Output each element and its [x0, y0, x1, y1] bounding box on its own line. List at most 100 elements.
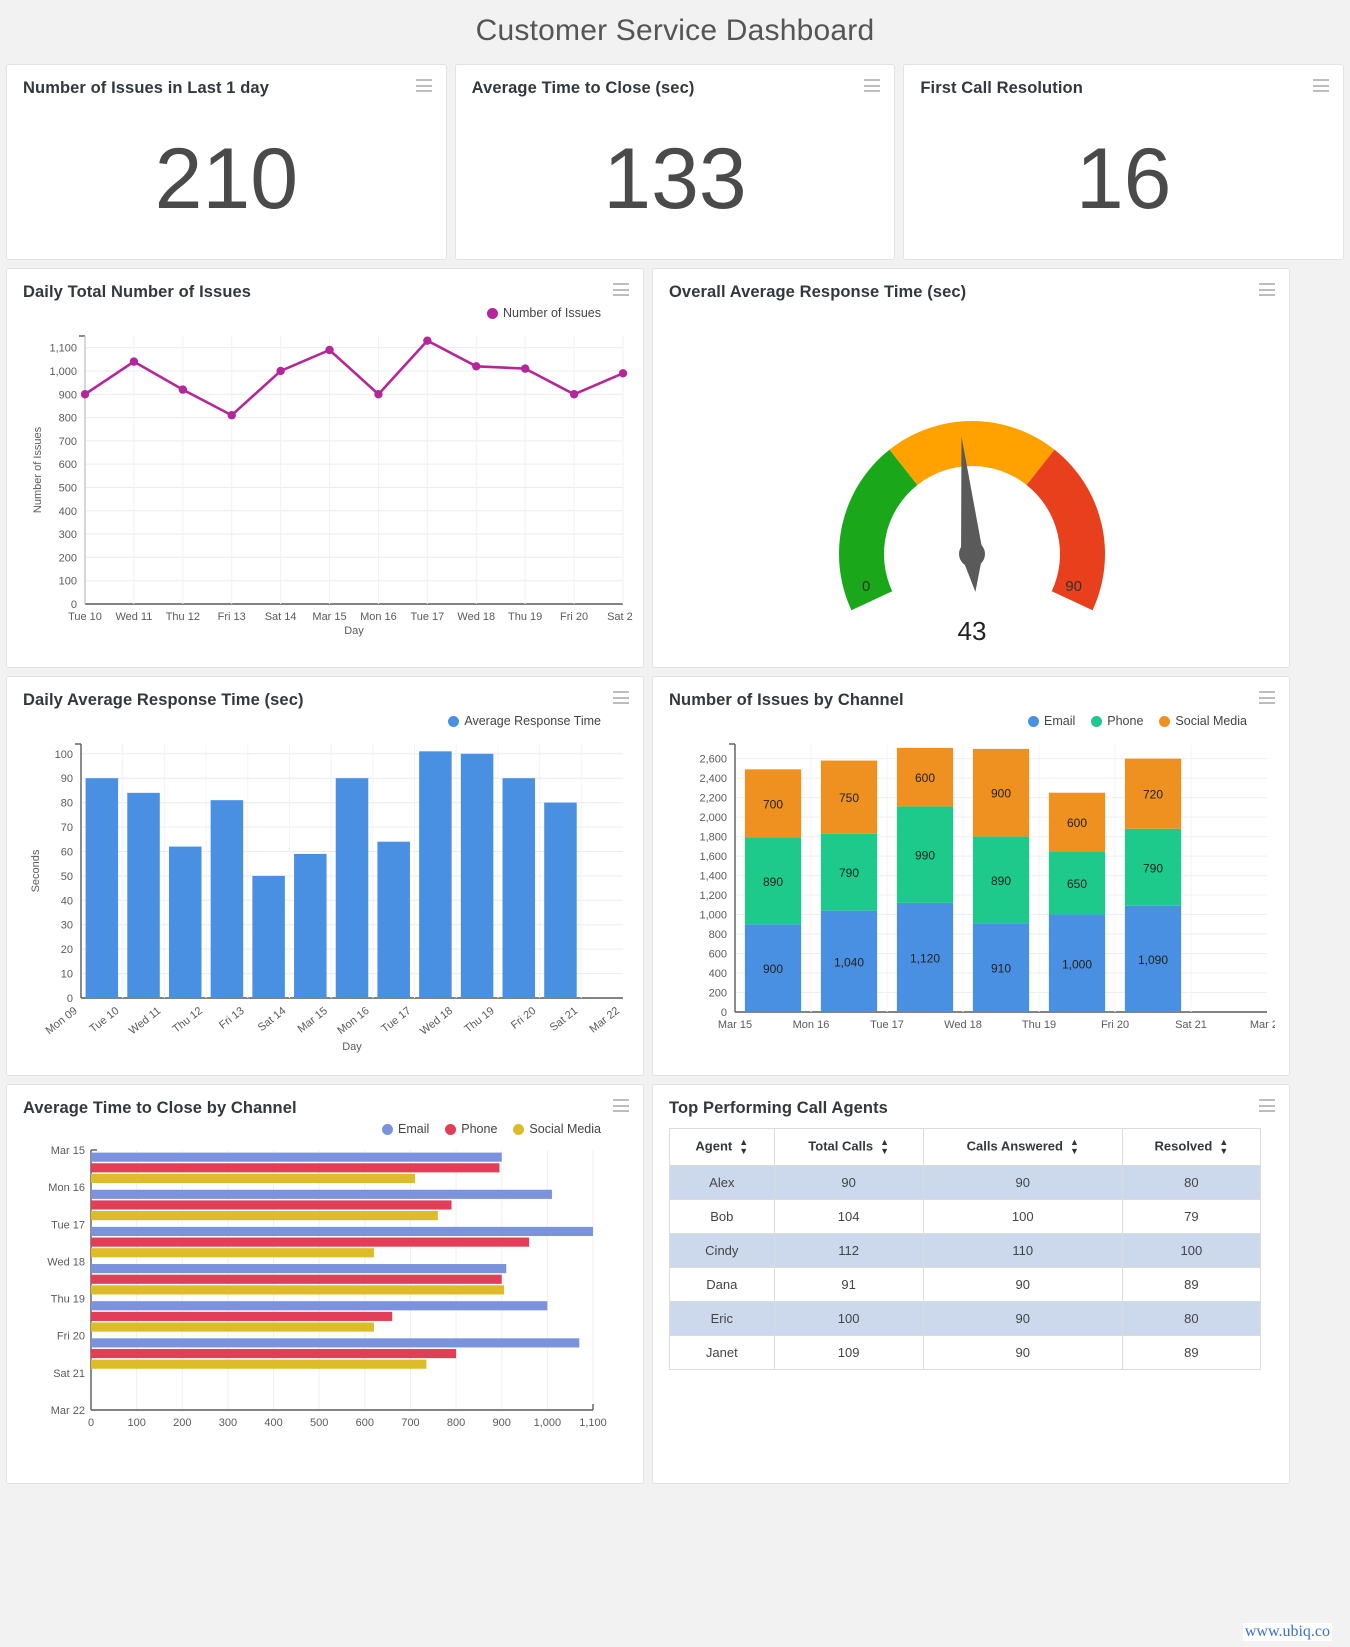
axis-tick-label: 700: [59, 436, 77, 448]
axis-tick-label: Mar 22: [587, 1005, 621, 1036]
bar[interactable]: [419, 751, 452, 998]
panel-menu-icon[interactable]: [1259, 691, 1275, 704]
bar[interactable]: [377, 841, 410, 998]
axis-tick-label: 1,200: [699, 890, 727, 902]
panel-menu-icon[interactable]: [1313, 79, 1330, 92]
data-point[interactable]: [325, 345, 334, 355]
bar[interactable]: [91, 1338, 580, 1348]
bar[interactable]: [544, 802, 577, 998]
legend-item[interactable]: Phone: [445, 1122, 497, 1136]
sort-icon[interactable]: ▲ ▼: [1219, 1138, 1228, 1156]
bar[interactable]: [91, 1348, 457, 1359]
bar[interactable]: [91, 1152, 502, 1162]
data-point[interactable]: [276, 366, 285, 376]
bar[interactable]: [502, 778, 536, 998]
bar[interactable]: [91, 1189, 552, 1199]
legend-item[interactable]: Average Response Time: [448, 714, 601, 728]
bar[interactable]: [91, 1264, 507, 1274]
chart-issues-by-channel: 0 200 400 600 800 1,000 1,200 1,400 1,600 1,800 2,…: [669, 730, 1284, 1065]
table-column-label: Calls Answered: [966, 1138, 1063, 1154]
bar[interactable]: [252, 875, 285, 998]
sort-icon[interactable]: ▲ ▼: [739, 1138, 748, 1156]
axis-tick-label: Mar 15: [312, 611, 346, 623]
table-row[interactable]: Alex 90 90 80: [669, 1165, 1261, 1200]
legend-item[interactable]: Number of Issues: [487, 306, 601, 320]
bar[interactable]: [91, 1274, 502, 1284]
bar[interactable]: [91, 1285, 505, 1295]
axis-tick-label: Fri 13: [217, 1005, 247, 1032]
legend-item[interactable]: Social Media: [1159, 714, 1247, 728]
bar[interactable]: [127, 792, 160, 998]
bar[interactable]: [91, 1248, 374, 1258]
legend-daily-response: Average Response Time: [23, 712, 627, 730]
table-cell: 109: [773, 1335, 924, 1370]
table-row[interactable]: Cindy 112 110 100: [669, 1233, 1261, 1268]
bar[interactable]: [91, 1322, 374, 1332]
bar[interactable]: [91, 1173, 416, 1184]
panel-menu-icon[interactable]: [613, 1099, 629, 1112]
legend-color-dot: [445, 1123, 457, 1135]
bar[interactable]: [91, 1301, 548, 1311]
bar[interactable]: [91, 1311, 393, 1321]
sort-icon[interactable]: ▲ ▼: [880, 1138, 889, 1156]
chart-gauge: 0 90 43: [669, 304, 1273, 657]
footer-link[interactable]: www.ubiq.co: [1242, 1623, 1332, 1641]
bar[interactable]: [91, 1163, 500, 1173]
axis-tick-label: 1,000: [1062, 957, 1092, 971]
axis-tick-label: Mon 09: [44, 1005, 80, 1037]
legend-label: Email: [1044, 714, 1076, 728]
axis-tick-label: Tue 17: [379, 1005, 413, 1035]
axis-tick-label: Day: [344, 625, 364, 637]
table-column-header[interactable]: Resolved ▲ ▼: [1121, 1128, 1261, 1166]
bar[interactable]: [91, 1200, 452, 1210]
data-point[interactable]: [472, 362, 481, 371]
data-point[interactable]: [618, 369, 628, 378]
kpi-card-first-call-resolution: First Call Resolution 16: [903, 64, 1345, 260]
data-point[interactable]: [80, 390, 90, 399]
bar[interactable]: [335, 778, 369, 998]
bar[interactable]: [85, 778, 119, 998]
axis-tick-label: Tue 17: [51, 1219, 85, 1231]
data-point[interactable]: [520, 364, 530, 373]
legend-daily-issues: Number of Issues: [23, 304, 627, 322]
legend-by-channel: Email Phone Social Media: [669, 712, 1273, 730]
table-row[interactable]: Janet 109 90 89: [669, 1335, 1261, 1370]
table-row[interactable]: Dana 91 90 89: [669, 1267, 1261, 1302]
table-row[interactable]: Bob 104 100 79: [669, 1199, 1261, 1234]
legend-item[interactable]: Phone: [1091, 714, 1143, 728]
table-column-header[interactable]: Total Calls ▲ ▼: [773, 1128, 924, 1166]
axis-tick-label: 2,600: [699, 754, 727, 766]
data-point[interactable]: [227, 411, 236, 420]
panel-menu-icon[interactable]: [1259, 283, 1275, 296]
legend-item[interactable]: Social Media: [513, 1122, 601, 1136]
panel-menu-icon[interactable]: [415, 79, 432, 92]
table-column-header[interactable]: Calls Answered ▲ ▼: [922, 1128, 1123, 1166]
bar[interactable]: [91, 1237, 530, 1247]
bar[interactable]: [91, 1211, 438, 1221]
table-row[interactable]: Eric 100 90 80: [669, 1301, 1261, 1336]
legend-item[interactable]: Email: [1028, 714, 1075, 728]
bar[interactable]: [210, 800, 244, 998]
data-point[interactable]: [423, 336, 432, 345]
legend-color-dot: [382, 1123, 393, 1135]
table-header-row: Agent ▲ ▼ Total Calls ▲ ▼ Calls Answered ▲ ▼ Reso…: [669, 1128, 1261, 1166]
legend-item[interactable]: Email: [382, 1122, 429, 1136]
bar[interactable]: [91, 1359, 427, 1369]
bar[interactable]: [91, 1226, 593, 1237]
data-point[interactable]: [569, 390, 579, 399]
bar[interactable]: [460, 753, 494, 998]
panel-menu-icon[interactable]: [864, 79, 881, 92]
kpi-card-avg-close: Average Time to Close (sec) 133: [454, 64, 896, 260]
bar[interactable]: [168, 846, 202, 998]
panel-menu-icon[interactable]: [613, 283, 629, 296]
bar[interactable]: [294, 853, 327, 998]
data-point[interactable]: [129, 357, 139, 366]
panel-menu-icon[interactable]: [1259, 1099, 1275, 1112]
axis-tick-label: 900: [59, 389, 77, 401]
data-point[interactable]: [178, 385, 188, 394]
data-point[interactable]: [374, 390, 383, 399]
axis-tick-label: 300: [219, 1417, 237, 1429]
sort-icon[interactable]: ▲ ▼: [1070, 1138, 1079, 1156]
table-column-header[interactable]: Agent ▲ ▼: [669, 1128, 775, 1166]
panel-menu-icon[interactable]: [613, 691, 629, 704]
